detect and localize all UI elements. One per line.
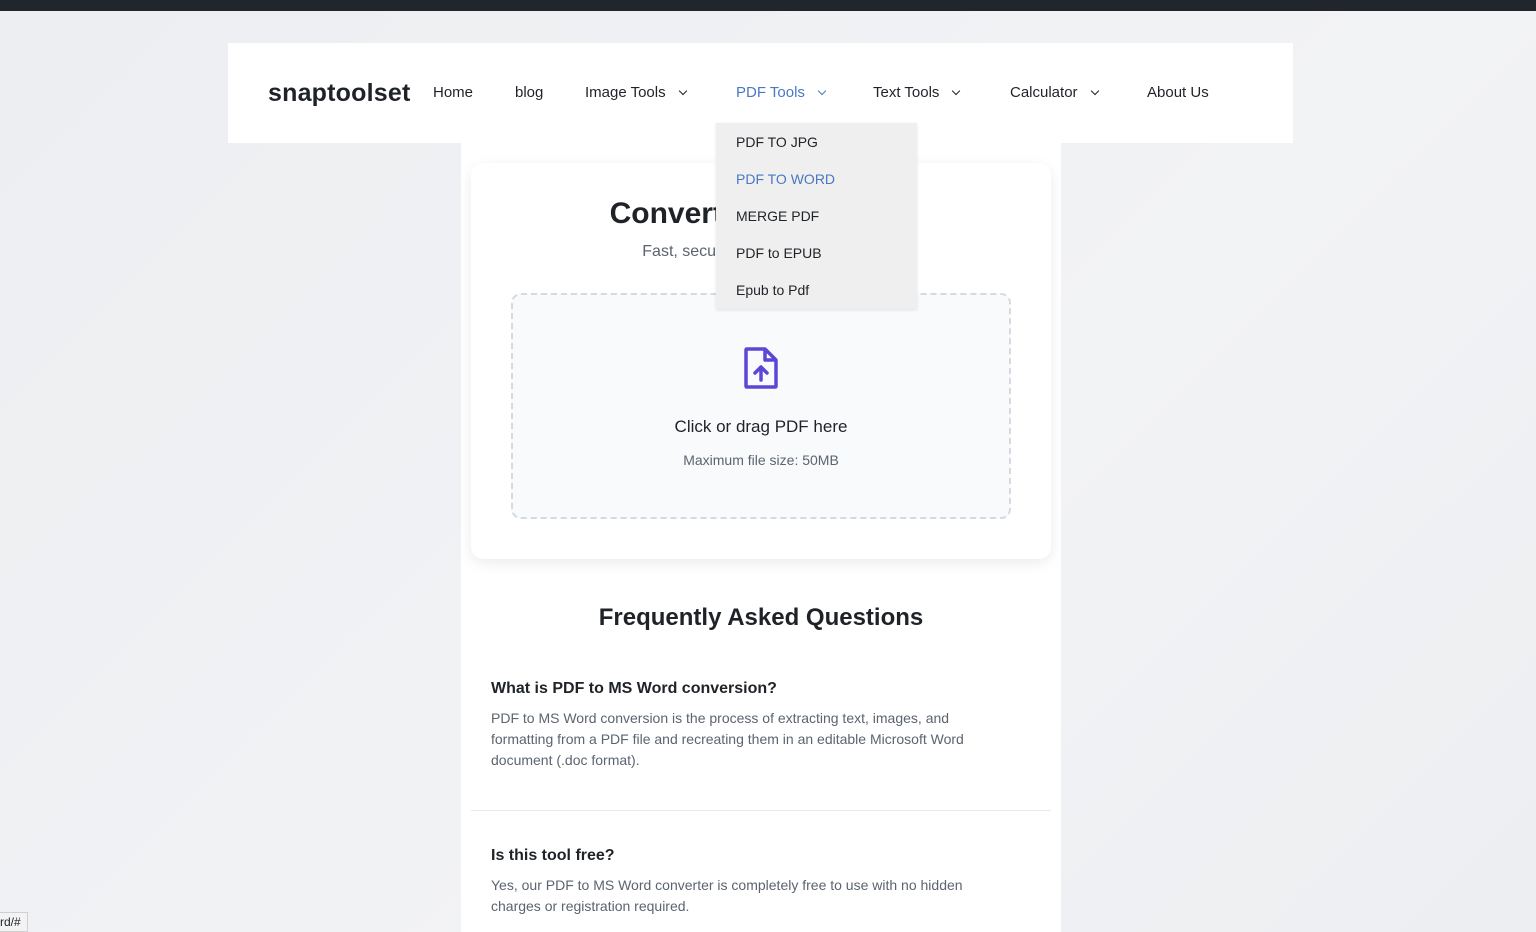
nav-about-us[interactable]: About Us: [1147, 84, 1209, 101]
dropzone-title: Click or drag PDF here: [674, 417, 848, 436]
pdf-tools-dropdown: PDF TO JPG PDF TO WORD MERGE PDF PDF to …: [716, 123, 917, 309]
nav-home[interactable]: Home: [433, 84, 473, 101]
file-upload-icon: [744, 347, 778, 389]
chevron-down-icon: [1090, 86, 1099, 96]
chevron-down-icon: [952, 86, 961, 96]
nav-pdf-tools[interactable]: PDF Tools: [736, 84, 827, 101]
nav-pdf-tools-label: PDF Tools: [736, 84, 805, 101]
dropdown-item-pdf-to-epub[interactable]: PDF to EPUB: [736, 245, 822, 261]
dropdown-item-pdf-to-jpg[interactable]: PDF TO JPG: [736, 134, 818, 150]
chevron-down-icon: [817, 86, 827, 96]
nav-calculator[interactable]: Calculator: [1010, 84, 1099, 101]
dropdown-item-pdf-to-word[interactable]: PDF TO WORD: [736, 171, 835, 187]
nav-calculator-label: Calculator: [1010, 84, 1078, 101]
faq-heading: Frequently Asked Questions: [598, 604, 924, 631]
nav-about-us-label: About Us: [1147, 84, 1209, 101]
nav-blog-label: blog: [515, 84, 544, 101]
dropdown-item-merge-pdf[interactable]: MERGE PDF: [736, 208, 819, 224]
dropzone-max-size: Maximum file size: 50MB: [683, 452, 839, 468]
status-bar-url: rd/#: [0, 912, 28, 932]
pdf-dropzone[interactable]: Click or drag PDF here Maximum file size…: [511, 293, 1011, 519]
faq-divider: [471, 810, 1051, 811]
nav-text-tools[interactable]: Text Tools: [873, 84, 961, 101]
nav-blog[interactable]: blog: [515, 84, 543, 101]
nav-text-tools-label: Text Tools: [873, 84, 940, 101]
faq-question: Is this tool free?: [491, 847, 615, 864]
chevron-down-icon: [678, 86, 687, 96]
nav-image-tools-label: Image Tools: [585, 84, 666, 101]
site-logo[interactable]: snaptoolset: [268, 79, 411, 108]
nav-home-label: Home: [433, 84, 474, 101]
faq-answer: PDF to MS Word conversion is the process…: [491, 710, 964, 768]
faq-question: What is PDF to MS Word conversion?: [491, 680, 777, 697]
nav-image-tools[interactable]: Image Tools: [585, 84, 687, 101]
faq-answer: Yes, our PDF to MS Word converter is com…: [491, 877, 963, 914]
dropdown-item-epub-to-pdf[interactable]: Epub to Pdf: [736, 282, 809, 298]
browser-top-bar: [0, 0, 1536, 11]
